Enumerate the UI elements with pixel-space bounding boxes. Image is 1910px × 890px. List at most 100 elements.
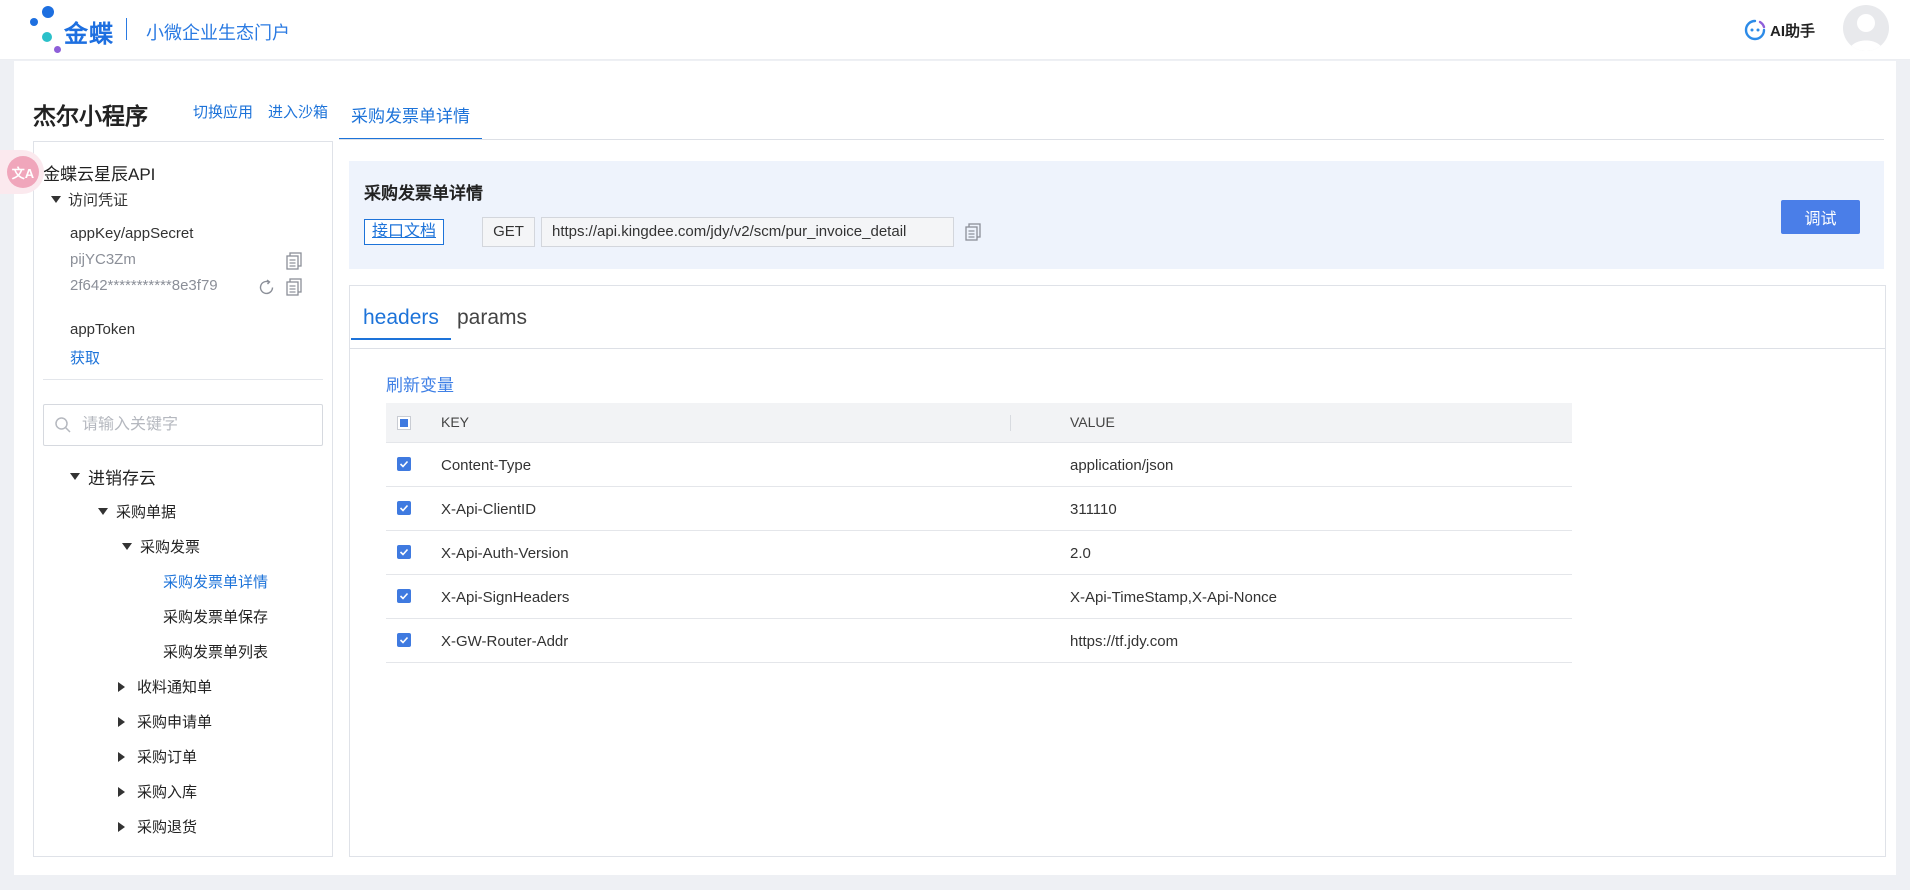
portal-title: 小微企业生态门户 bbox=[146, 23, 290, 43]
apptoken-label: appToken bbox=[70, 321, 136, 338]
row-checkbox[interactable] bbox=[397, 501, 411, 515]
table-row[interactable]: X-Api-ClientID 311110 bbox=[386, 487, 1572, 531]
brand-divider bbox=[126, 18, 127, 40]
column-key: KEY bbox=[441, 414, 470, 430]
tree-leaf-invoice-detail[interactable]: 采购发票单详情 bbox=[163, 571, 268, 592]
column-value: VALUE bbox=[1070, 414, 1115, 430]
tree-node-label: 采购单据 bbox=[116, 504, 177, 521]
tree-node-purchase-documents[interactable]: 采购单据 bbox=[98, 501, 176, 522]
table-row[interactable]: X-Api-Auth-Version 2.0 bbox=[386, 531, 1572, 575]
row-key: X-Api-Auth-Version bbox=[441, 545, 569, 562]
appsecret-value: 2f642***********8e3f79 bbox=[70, 277, 218, 294]
row-checkbox[interactable] bbox=[397, 633, 411, 647]
tree-leaf-invoice-save[interactable]: 采购发票单保存 bbox=[163, 606, 268, 627]
http-method: GET bbox=[482, 217, 535, 247]
api-search-box bbox=[43, 404, 323, 446]
row-value: https://tf.jdy.com bbox=[1070, 633, 1179, 650]
tree-node-receipt-notice[interactable]: 收料通知单 bbox=[118, 676, 212, 697]
caret-right-icon bbox=[118, 681, 125, 692]
row-value: 2.0 bbox=[1070, 545, 1091, 562]
row-value: X-Api-TimeStamp,X-Api-Nonce bbox=[1070, 589, 1278, 606]
appkey-value: pijYC3Zm bbox=[70, 251, 136, 268]
api-doc-button[interactable]: 接口文档 bbox=[364, 219, 445, 245]
tab-headers[interactable]: headers bbox=[351, 306, 451, 340]
tree-node-label: 采购申请单 bbox=[137, 714, 213, 731]
request-panel: headers params 刷新变量 KEY VALUE Content-Ty… bbox=[349, 285, 1886, 857]
tab-purchase-invoice-detail[interactable]: 采购发票单详情 bbox=[339, 92, 482, 140]
row-checkbox[interactable] bbox=[397, 457, 411, 471]
sidebar-divider bbox=[43, 379, 323, 380]
tree-node-label: 采购退货 bbox=[137, 819, 198, 836]
caret-down-icon bbox=[122, 543, 132, 550]
caret-right-icon bbox=[118, 821, 125, 832]
refresh-variables-link[interactable]: 刷新变量 bbox=[386, 371, 454, 396]
api-url[interactable]: https://api.kingdee.com/jdy/v2/scm/pur_i… bbox=[541, 217, 954, 247]
tab-params[interactable]: params bbox=[445, 306, 539, 338]
tree-node-label: 收料通知单 bbox=[137, 679, 213, 696]
tree-node-purchase-request[interactable]: 采购申请单 bbox=[118, 711, 212, 732]
main-content: 杰尔小程序 切换应用 进入沙箱 采购发票单详情 金蝶云星辰API 访问凭证 ap… bbox=[0, 61, 1896, 875]
search-icon bbox=[55, 417, 71, 433]
caret-down-icon bbox=[70, 473, 80, 480]
tree-node-purchase-return[interactable]: 采购退货 bbox=[118, 816, 197, 837]
row-value: application/json bbox=[1070, 457, 1174, 474]
translate-floating-button[interactable]: 文A bbox=[0, 150, 44, 194]
refresh-secret-icon[interactable] bbox=[258, 279, 275, 296]
translate-icon: 文A bbox=[7, 156, 39, 188]
row-checkbox[interactable] bbox=[397, 589, 411, 603]
table-row[interactable]: X-GW-Router-Addr https://tf.jdy.com bbox=[386, 619, 1572, 663]
kingdee-logo-icon[interactable] bbox=[28, 4, 68, 56]
caret-right-icon bbox=[118, 786, 125, 797]
tree-node-purchase-inbound[interactable]: 采购入库 bbox=[118, 781, 197, 802]
table-row[interactable]: Content-Type application/json bbox=[386, 443, 1572, 487]
api-title: 采购发票单详情 bbox=[364, 184, 483, 203]
debug-button[interactable]: 调试 bbox=[1781, 200, 1860, 234]
row-key: X-Api-SignHeaders bbox=[441, 589, 570, 606]
row-key: X-GW-Router-Addr bbox=[441, 633, 569, 650]
caret-right-icon bbox=[118, 751, 125, 762]
brand-name[interactable]: 金蝶 bbox=[64, 14, 114, 49]
select-all-checkbox[interactable] bbox=[397, 416, 411, 430]
tree-node-purchase-order[interactable]: 采购订单 bbox=[118, 746, 197, 767]
copy-appsecret-icon[interactable] bbox=[286, 278, 302, 296]
ai-helper-button[interactable]: AI助手 bbox=[1744, 19, 1815, 41]
tree-node-label: 采购发票 bbox=[140, 539, 201, 556]
copy-appkey-icon[interactable] bbox=[286, 252, 302, 270]
caret-down-icon bbox=[51, 196, 61, 203]
ai-assistant-icon bbox=[1744, 19, 1766, 41]
row-key: X-Api-ClientID bbox=[441, 501, 537, 518]
api-header: 采购发票单详情 接口文档 GET https://api.kingdee.com… bbox=[349, 161, 1884, 269]
switch-app-link[interactable]: 切换应用 bbox=[193, 101, 253, 122]
table-header: KEY VALUE bbox=[386, 403, 1572, 443]
tree-node-inventory-cloud[interactable]: 进销存云 bbox=[70, 464, 156, 489]
sidebar-title: 金蝶云星辰API bbox=[43, 165, 156, 184]
get-token-link[interactable]: 获取 bbox=[70, 347, 100, 368]
caret-right-icon bbox=[118, 716, 125, 727]
tab-divider bbox=[339, 139, 1884, 140]
tree-node-label: 进销存云 bbox=[88, 469, 156, 488]
column-separator bbox=[1010, 415, 1011, 431]
row-key: Content-Type bbox=[441, 457, 532, 474]
enter-sandbox-link[interactable]: 进入沙箱 bbox=[268, 101, 328, 122]
api-sidebar: 金蝶云星辰API 访问凭证 appKey/appSecret pijYC3Zm … bbox=[33, 141, 333, 857]
copy-url-icon[interactable] bbox=[965, 223, 981, 241]
row-value: 311110 bbox=[1070, 501, 1117, 518]
appkey-label: appKey/appSecret bbox=[70, 225, 194, 242]
tree-node-label: 采购入库 bbox=[137, 784, 198, 801]
credentials-label: 访问凭证 bbox=[68, 192, 129, 209]
row-checkbox[interactable] bbox=[397, 545, 411, 559]
tree-leaf-invoice-list[interactable]: 采购发票单列表 bbox=[163, 641, 268, 662]
credentials-toggle[interactable]: 访问凭证 bbox=[51, 189, 128, 210]
ai-helper-label: AI助手 bbox=[1770, 22, 1816, 40]
panel-tab-divider bbox=[350, 348, 1885, 349]
caret-down-icon bbox=[98, 508, 108, 515]
headers-table: KEY VALUE Content-Type application/json … bbox=[386, 403, 1572, 663]
app-title: 杰尔小程序 bbox=[33, 103, 148, 129]
table-row[interactable]: X-Api-SignHeaders X-Api-TimeStamp,X-Api-… bbox=[386, 575, 1572, 619]
tree-node-purchase-invoice[interactable]: 采购发票 bbox=[122, 536, 200, 557]
user-avatar[interactable] bbox=[1843, 5, 1889, 51]
user-icon bbox=[1849, 14, 1883, 51]
top-bar: 金蝶 小微企业生态门户 AI助手 bbox=[0, 0, 1910, 60]
api-search-input[interactable] bbox=[82, 416, 302, 434]
tree-node-label: 采购订单 bbox=[137, 749, 198, 766]
